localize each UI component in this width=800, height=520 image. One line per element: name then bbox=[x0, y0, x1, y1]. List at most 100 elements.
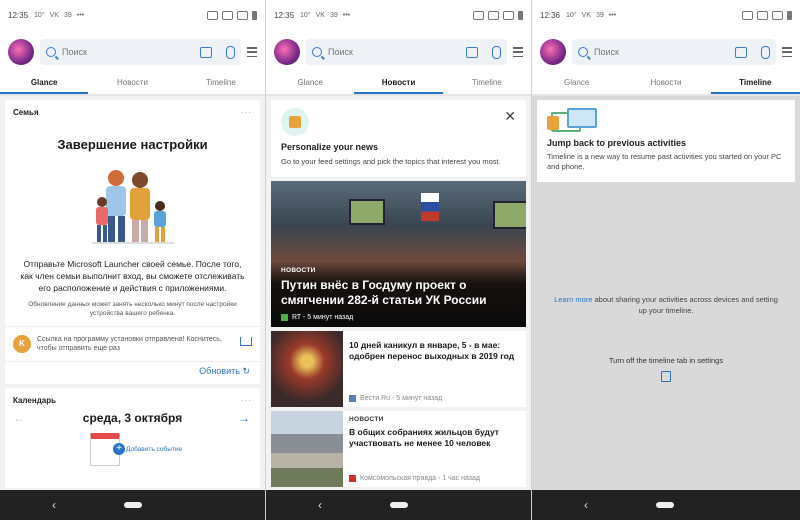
news-item[interactable]: 10 дней каникул в январе, 5 - в мае: одо… bbox=[271, 331, 526, 407]
timeline-info: Learn more about sharing your activities… bbox=[532, 294, 800, 316]
next-day-icon[interactable]: → bbox=[238, 411, 252, 425]
news-source: Вести.Ru - 5 минут назад bbox=[349, 395, 520, 402]
search-input[interactable]: Поиск bbox=[328, 47, 460, 57]
news-source-text: Вести.Ru - 5 минут назад bbox=[360, 395, 443, 402]
search-bar[interactable]: Поиск bbox=[306, 39, 507, 65]
personalize-news-card[interactable]: ✕ Personalize your news Go to your feed … bbox=[271, 100, 526, 177]
status-bar: 12:36 10° VK 39 ••• bbox=[532, 0, 800, 30]
personalize-title: Personalize your news bbox=[281, 142, 379, 152]
status-icons bbox=[742, 10, 792, 20]
home-icon[interactable] bbox=[124, 502, 142, 508]
link-icon bbox=[473, 10, 484, 20]
family-card: Семья ··· Завершение настройки Отправьте… bbox=[5, 100, 260, 384]
share-icon[interactable] bbox=[240, 337, 252, 346]
battery-icon bbox=[252, 10, 257, 20]
calendar-card: Календарь ··· ← среда, 3 октября → + Доб… bbox=[5, 388, 260, 488]
mic-icon[interactable] bbox=[492, 45, 501, 59]
turn-off-timeline-text: Turn off the timeline tab in settings bbox=[608, 356, 724, 365]
learn-more-link[interactable]: Learn more bbox=[554, 295, 592, 304]
news-item-body: 10 дней каникул в январе, 5 - в мае: одо… bbox=[343, 331, 526, 407]
timeline-title: Jump back to previous activities bbox=[547, 138, 687, 148]
menu-icon[interactable] bbox=[782, 47, 792, 57]
news-illustration bbox=[281, 108, 309, 136]
tab-timeline[interactable]: Timeline bbox=[710, 74, 800, 94]
more-icon[interactable]: ··· bbox=[241, 108, 252, 117]
news-source: Комсомольская правда - 1 час назад bbox=[349, 475, 520, 482]
tab-glance[interactable]: Glance bbox=[266, 74, 354, 94]
news-item[interactable]: НОВОСТИ В общих собраниях жильцов будут … bbox=[271, 411, 526, 487]
mic-icon[interactable] bbox=[226, 45, 235, 59]
divider bbox=[532, 94, 800, 96]
scan-icon[interactable] bbox=[466, 46, 478, 58]
hero-photo-screen-right bbox=[493, 201, 526, 229]
search-bar[interactable]: Поиск bbox=[572, 39, 776, 65]
tab-timeline[interactable]: Timeline bbox=[443, 74, 531, 94]
search-input[interactable]: Поиск bbox=[62, 47, 194, 57]
settings-icon[interactable] bbox=[661, 371, 671, 382]
hero-category: НОВОСТИ bbox=[281, 267, 316, 274]
phone-timeline: 12:36 10° VK 39 ••• Поиск Glance Новости… bbox=[532, 0, 800, 520]
contact-badge: K bbox=[13, 335, 31, 353]
calendar-date: среда, 3 октября bbox=[82, 411, 183, 425]
tab-glance[interactable]: Glance bbox=[0, 74, 89, 94]
wifi-icon bbox=[237, 10, 248, 20]
refresh-label: Обновить bbox=[199, 366, 240, 376]
add-event-button[interactable]: + Добавить событие bbox=[90, 433, 260, 466]
status-bar: 12:35 10° VK 39 ••• bbox=[266, 0, 531, 30]
android-nav-bar: ‹ bbox=[266, 490, 531, 520]
hero-news-card[interactable]: НОВОСТИ Путин внёс в Госдуму проект о см… bbox=[271, 181, 526, 327]
learn-more-rest: about sharing your activities across dev… bbox=[592, 295, 778, 315]
calendar-card-title: Календарь bbox=[13, 396, 57, 405]
status-temp: 10° bbox=[566, 11, 577, 19]
status-temp: 10° bbox=[34, 11, 45, 19]
refresh-button[interactable]: Обновить ↻ bbox=[5, 361, 260, 384]
phone-glance: 12:35 10° VK 39 ••• Поиск Glance Новости… bbox=[0, 0, 266, 520]
plus-icon: + bbox=[113, 443, 125, 455]
news-thumbnail bbox=[271, 331, 343, 407]
install-link-notice[interactable]: K Ссылка на программу установки отправле… bbox=[5, 326, 260, 361]
avatar[interactable] bbox=[274, 39, 300, 65]
back-icon[interactable]: ‹ bbox=[584, 498, 588, 512]
status-time: 12:35 bbox=[8, 10, 29, 20]
source-logo-icon bbox=[349, 395, 356, 402]
scan-icon[interactable] bbox=[735, 46, 747, 58]
home-icon[interactable] bbox=[390, 502, 408, 508]
launcher-header: Поиск bbox=[0, 30, 265, 74]
launcher-header: Поиск bbox=[266, 30, 531, 74]
tab-news[interactable]: Новости bbox=[621, 74, 710, 94]
back-icon[interactable]: ‹ bbox=[52, 498, 56, 512]
hero-overlay: НОВОСТИ Путин внёс в Госдуму проект о см… bbox=[271, 261, 526, 327]
android-nav-bar: ‹ bbox=[0, 490, 265, 520]
tab-news[interactable]: Новости bbox=[354, 74, 443, 94]
battery-icon bbox=[787, 10, 792, 20]
tab-bar: Glance Новости Timeline bbox=[266, 74, 531, 94]
scan-icon[interactable] bbox=[200, 46, 212, 58]
personalize-text: Go to your feed settings and pick the to… bbox=[281, 157, 501, 166]
mic-icon[interactable] bbox=[761, 45, 770, 59]
signal-icon bbox=[488, 10, 499, 20]
prev-day-icon[interactable]: ← bbox=[13, 411, 27, 425]
source-logo-icon bbox=[281, 314, 288, 321]
battery-icon bbox=[518, 10, 523, 20]
more-icon[interactable]: ··· bbox=[241, 396, 252, 405]
phone-news: 12:35 10° VK 39 ••• Поиск Glance Новости… bbox=[266, 0, 532, 520]
search-bar[interactable]: Поиск bbox=[40, 39, 241, 65]
status-more: ••• bbox=[608, 11, 617, 19]
tab-glance[interactable]: Glance bbox=[532, 74, 621, 94]
back-icon[interactable]: ‹ bbox=[318, 498, 322, 512]
close-icon[interactable]: ✕ bbox=[504, 108, 516, 125]
status-icons bbox=[473, 10, 523, 20]
menu-icon[interactable] bbox=[247, 47, 257, 57]
hero-headline: Путин внёс в Госдуму проект о смягчении … bbox=[281, 278, 487, 307]
calendar-icon: + bbox=[90, 433, 125, 466]
search-input[interactable]: Поиск bbox=[594, 47, 729, 57]
menu-icon[interactable] bbox=[513, 47, 523, 57]
family-description: Отправьте Microsoft Launcher своей семье… bbox=[20, 259, 245, 293]
tab-timeline[interactable]: Timeline bbox=[177, 74, 265, 94]
news-item-body: НОВОСТИ В общих собраниях жильцов будут … bbox=[343, 411, 526, 487]
avatar[interactable] bbox=[540, 39, 566, 65]
tab-news[interactable]: Новости bbox=[88, 74, 176, 94]
home-icon[interactable] bbox=[656, 502, 674, 508]
avatar[interactable] bbox=[8, 39, 34, 65]
news-source-text: Комсомольская правда - 1 час назад bbox=[360, 475, 480, 482]
